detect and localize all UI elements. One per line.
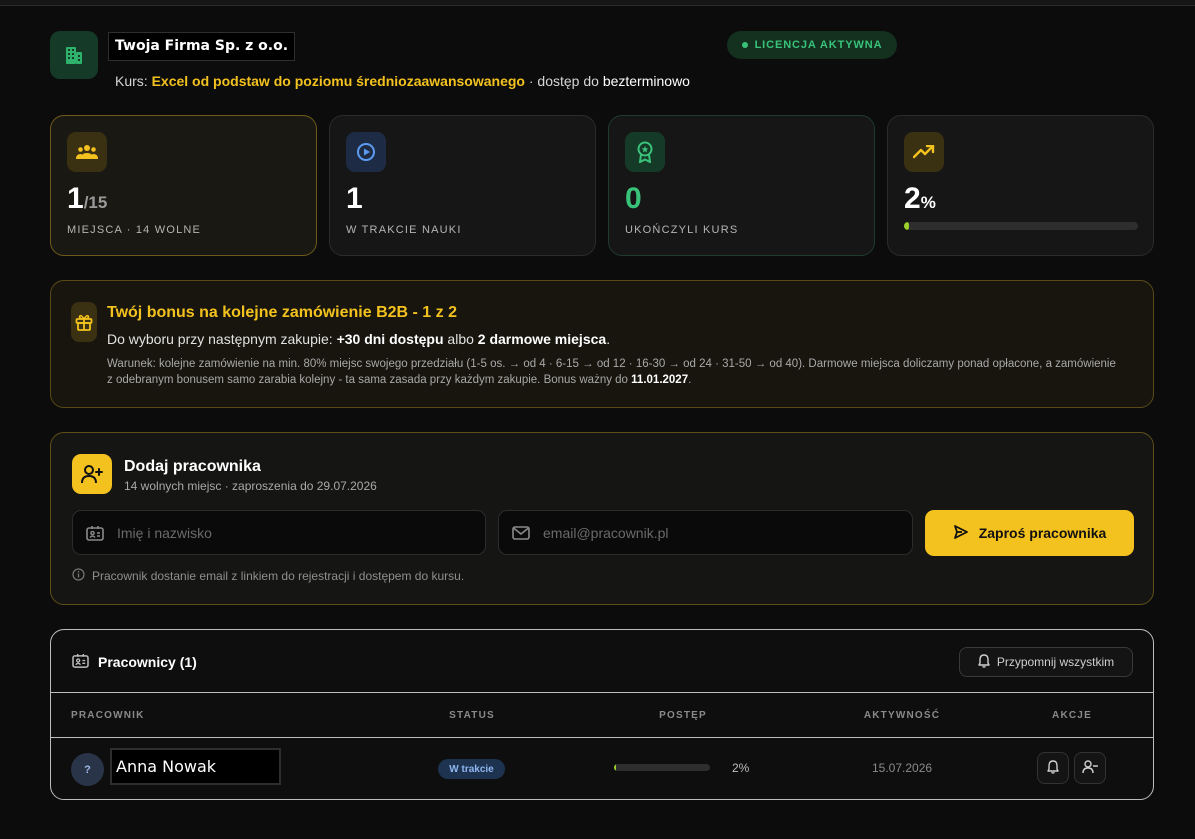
employee-progress-value: 2% <box>732 761 750 775</box>
column-progress: POSTĘP <box>659 710 707 721</box>
seats-used: 1 <box>67 182 84 215</box>
send-icon <box>953 524 969 543</box>
bonus-choice-end: . <box>606 331 611 347</box>
learning-stat-card: 1 W TRAKCIE NAUKI <box>329 115 596 256</box>
column-activity: AKTYWNOŚĆ <box>863 710 941 721</box>
overall-progress-bar <box>904 222 1138 230</box>
overall-progress-fill <box>904 222 909 230</box>
remove-employee-button[interactable] <box>1074 752 1106 784</box>
employee-progress-bar <box>614 764 710 771</box>
email-field[interactable] <box>498 510 913 555</box>
employees-title: Pracownicy (1) <box>72 653 197 671</box>
seats-stat-card: 1/15 MIEJSCA · 14 WOLNE <box>50 115 317 256</box>
name-field[interactable] <box>72 510 486 555</box>
invite-employee-button[interactable]: Zaproś pracownika <box>925 510 1134 556</box>
employees-table: Pracownicy (1) Przypomnij wszystkim PRAC… <box>50 629 1154 800</box>
bell-icon <box>1047 759 1059 777</box>
user-plus-icon <box>72 454 112 494</box>
status-badge: W trakcie <box>438 759 505 779</box>
learning-label: W TRAKCIE NAUKI <box>346 224 462 236</box>
add-employee-note: Pracownik dostanie email z linkiem do re… <box>72 568 464 584</box>
bonus-valid-until: 11.01.2027 <box>631 374 689 386</box>
users-icon <box>67 132 107 172</box>
course-prefix: Kurs: <box>115 73 148 89</box>
add-employee-panel: Dodaj pracownika 14 wolnych miejsc · zap… <box>50 432 1154 605</box>
play-circle-icon <box>346 132 386 172</box>
column-actions: AKCJE <box>1052 710 1092 721</box>
mail-icon <box>499 525 543 540</box>
remind-all-button[interactable]: Przypomnij wszystkim <box>959 647 1133 677</box>
column-status: STATUS <box>449 710 495 721</box>
add-employee-title: Dodaj pracownika <box>124 458 261 475</box>
progress-value: 2% <box>904 182 936 216</box>
seats-value: 1/15 <box>67 182 107 216</box>
access-prefix: · dostęp do <box>528 73 599 89</box>
avatar: ? <box>71 753 104 786</box>
bonus-choice-prefix: Do wyboru przy następnym zakupie: <box>107 331 333 347</box>
remind-employee-button[interactable] <box>1037 752 1069 784</box>
learning-value: 1 <box>346 182 363 215</box>
license-status-label: LICENCJA AKTYWNA <box>754 39 883 51</box>
info-icon <box>72 568 85 584</box>
table-row: ? Anna Nowak W trakcie 2% 15.07.2026 <box>51 738 1153 799</box>
remind-all-label: Przypomnij wszystkim <box>996 655 1115 669</box>
license-status-badge: LICENCJA AKTYWNA <box>727 31 897 59</box>
bonus-conditions-end: . <box>688 374 692 386</box>
seats-total: /15 <box>83 193 108 212</box>
bonus-conditions-text: Warunek: kolejne zamówienie na min. 80% … <box>107 358 1116 386</box>
bonus-choice: Do wyboru przy następnym zakupie: +30 dn… <box>107 331 610 347</box>
employee-name: Anna Nowak <box>110 748 281 785</box>
bonus-panel: Twój bonus na kolejne zamówienie B2B - 1… <box>50 280 1154 408</box>
access-value: bezterminowo <box>602 73 690 89</box>
completed-stat-card: 0 UKOŃCZYLI KURS <box>608 115 875 256</box>
bonus-conditions: Warunek: kolejne zamówienie na min. 80% … <box>107 356 1117 388</box>
id-card-icon <box>72 653 89 671</box>
progress-unit: % <box>920 193 936 212</box>
employee-activity: 15.07.2026 <box>872 761 933 775</box>
course-name: Excel od podstaw do poziomu średniozaawa… <box>151 73 525 89</box>
id-card-icon <box>73 525 117 541</box>
employees-table-header: Pracownicy (1) Przypomnij wszystkim <box>51 630 1153 693</box>
bell-icon <box>978 653 990 671</box>
employees-title-text: Pracownicy (1) <box>98 654 197 670</box>
invite-employee-label: Zaproś pracownika <box>978 525 1107 541</box>
column-employee: PRACOWNIK <box>71 710 145 721</box>
trending-up-icon <box>904 132 944 172</box>
email-input[interactable] <box>543 524 883 541</box>
award-icon <box>625 132 665 172</box>
status-dot-icon <box>741 42 748 48</box>
completed-label: UKOŃCZYLI KURS <box>625 224 739 236</box>
table-column-headers: PRACOWNIK STATUS POSTĘP AKTYWNOŚĆ AKCJE <box>51 693 1153 738</box>
progress-number: 2 <box>904 182 921 215</box>
progress-stat-card: 2% <box>887 115 1154 256</box>
top-bar <box>0 0 1195 6</box>
seats-label: MIEJSCA · 14 WOLNE <box>67 224 202 236</box>
bonus-choice-a: +30 dni dostępu <box>336 331 444 347</box>
name-input[interactable] <box>117 524 457 541</box>
completed-value: 0 <box>625 182 642 215</box>
gift-icon <box>71 302 97 342</box>
course-info: Kurs: Excel od podstaw do poziomu średni… <box>115 73 690 89</box>
bonus-choice-b: 2 darmowe miejsca <box>477 331 607 347</box>
bonus-title: Twój bonus na kolejne zamówienie B2B - 1… <box>107 304 457 321</box>
user-minus-icon <box>1082 759 1099 777</box>
add-employee-subtitle: 14 wolnych miejsc · zaproszenia do 29.07… <box>124 479 377 493</box>
employee-progress-fill <box>614 764 616 771</box>
company-name: Twoja Firma Sp. z o.o. <box>108 32 296 61</box>
bonus-choice-or: albo <box>447 331 474 347</box>
add-employee-note-text: Pracownik dostanie email z linkiem do re… <box>92 569 465 583</box>
building-icon <box>50 31 98 79</box>
